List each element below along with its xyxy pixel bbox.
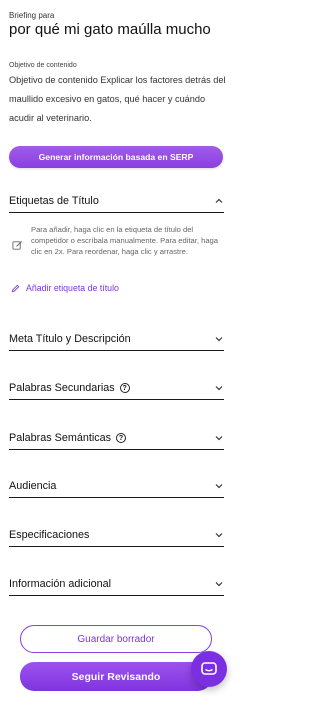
help-icon[interactable]: ? (119, 383, 130, 393)
section-title-wrap: Palabras Secundarias ? (9, 382, 130, 394)
chevron-down-icon (215, 436, 223, 441)
section-etiquetas-titulo[interactable]: Etiquetas de Título (9, 190, 224, 213)
section-title: Palabras Semánticas (9, 432, 112, 444)
section-audiencia[interactable]: Audiencia (9, 475, 224, 498)
continue-review-button[interactable]: Seguir Revisando (20, 662, 212, 691)
objective-label: Objetivo de contenido (9, 62, 77, 69)
chevron-up-icon (215, 198, 223, 203)
chat-launcher-button[interactable] (191, 651, 227, 687)
section-title: Etiquetas de Título (9, 195, 99, 207)
chat-icon (201, 662, 217, 675)
section-title: Información adicional (9, 578, 112, 590)
add-title-tag-label: Añadir etiqueta de título (26, 283, 119, 293)
section-informacion-adicional[interactable]: Información adicional (9, 573, 224, 596)
hint-text: Para añadir, haga clic en la etiqueta de… (31, 225, 218, 256)
section-palabras-secundarias[interactable]: Palabras Secundarias ? (9, 377, 224, 400)
section-meta-titulo[interactable]: Meta Título y Descripción (9, 328, 224, 351)
content-briefing-panel: Briefing para por qué mi gato maúlla muc… (0, 0, 238, 705)
chevron-down-icon (215, 533, 223, 538)
objective-text: Objetivo de contenido Explicar los facto… (9, 75, 226, 123)
generate-serp-button[interactable]: Generar información basada en SERP (9, 146, 223, 168)
chevron-down-icon (215, 337, 223, 342)
edit-note-icon (12, 241, 22, 250)
section-title: Audiencia (9, 480, 57, 492)
chevron-down-icon (215, 386, 223, 391)
section-title: Meta Título y Descripción (9, 333, 131, 345)
section-especificaciones[interactable]: Especificaciones (9, 524, 224, 547)
add-title-tag-link[interactable]: Añadir etiqueta de título (11, 283, 119, 293)
pencil-icon (11, 284, 20, 292)
briefing-kicker: Briefing para (9, 11, 55, 20)
chevron-down-icon (215, 484, 223, 489)
save-draft-button[interactable]: Guardar borrador (20, 625, 212, 653)
section-title: Palabras Secundarias (9, 382, 115, 394)
section-palabras-semanticas[interactable]: Palabras Semánticas ? (9, 427, 224, 450)
section-title: Especificaciones (9, 529, 90, 541)
title-tags-hint: Para añadir, haga clic en la etiqueta de… (12, 224, 224, 257)
section-title-wrap: Palabras Semánticas ? (9, 432, 127, 444)
help-icon[interactable]: ? (116, 433, 127, 443)
chevron-down-icon (215, 582, 223, 587)
page-title: por qué mi gato maúlla mucho (9, 21, 211, 38)
